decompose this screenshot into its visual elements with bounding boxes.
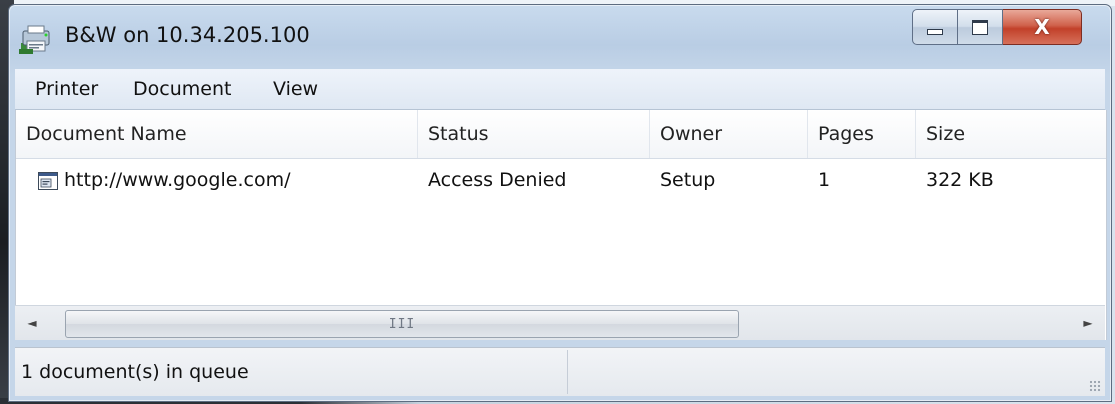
column-header-status[interactable]: Status bbox=[418, 110, 650, 158]
title-bar[interactable]: B&W on 10.34.205.100 X bbox=[9, 5, 1111, 69]
maximize-button[interactable] bbox=[958, 9, 1003, 45]
column-header-document-name[interactable]: Document Name bbox=[16, 110, 418, 158]
scroll-left-arrow-icon[interactable]: ◄ bbox=[15, 306, 49, 340]
close-icon: X bbox=[1034, 15, 1050, 39]
scrollbar-thumb[interactable]: III bbox=[65, 310, 739, 338]
list-header: Document Name Status Owner Pages Size bbox=[16, 110, 1106, 159]
minimize-icon bbox=[927, 29, 943, 35]
print-queue-window: B&W on 10.34.205.100 X Printer Document … bbox=[8, 4, 1112, 402]
status-bar: 1 document(s) in queue bbox=[15, 347, 1105, 396]
size-cell: 322 KB bbox=[926, 169, 994, 191]
window-controls: X bbox=[912, 9, 1082, 45]
scroll-right-arrow-icon[interactable]: ► bbox=[1071, 306, 1105, 340]
column-header-size[interactable]: Size bbox=[916, 110, 1106, 158]
scrollbar-grip-icon: III bbox=[388, 316, 416, 332]
resize-grip-icon[interactable] bbox=[1089, 380, 1101, 392]
close-button[interactable]: X bbox=[1003, 9, 1082, 45]
status-divider bbox=[567, 350, 568, 394]
menu-printer[interactable]: Printer bbox=[35, 78, 98, 100]
minimize-button[interactable] bbox=[912, 9, 958, 45]
menu-view[interactable]: View bbox=[273, 78, 318, 100]
menu-document[interactable]: Document bbox=[133, 78, 231, 100]
column-header-owner[interactable]: Owner bbox=[650, 110, 808, 158]
horizontal-scrollbar[interactable]: ◄ III ► bbox=[15, 305, 1105, 340]
column-header-pages[interactable]: Pages bbox=[808, 110, 916, 158]
window-title: B&W on 10.34.205.100 bbox=[65, 23, 310, 47]
table-row[interactable]: http://www.google.com/ Access Denied Set… bbox=[16, 160, 1106, 200]
queue-status-text: 1 document(s) in queue bbox=[21, 361, 249, 383]
menu-bar: Printer Document View bbox=[15, 69, 1105, 110]
document-name-cell: http://www.google.com/ bbox=[64, 169, 291, 191]
printer-icon bbox=[19, 25, 50, 54]
status-cell: Access Denied bbox=[428, 169, 567, 191]
pages-cell: 1 bbox=[818, 169, 831, 191]
web-document-icon bbox=[38, 172, 58, 190]
owner-cell: Setup bbox=[660, 169, 716, 191]
maximize-icon bbox=[972, 19, 988, 35]
